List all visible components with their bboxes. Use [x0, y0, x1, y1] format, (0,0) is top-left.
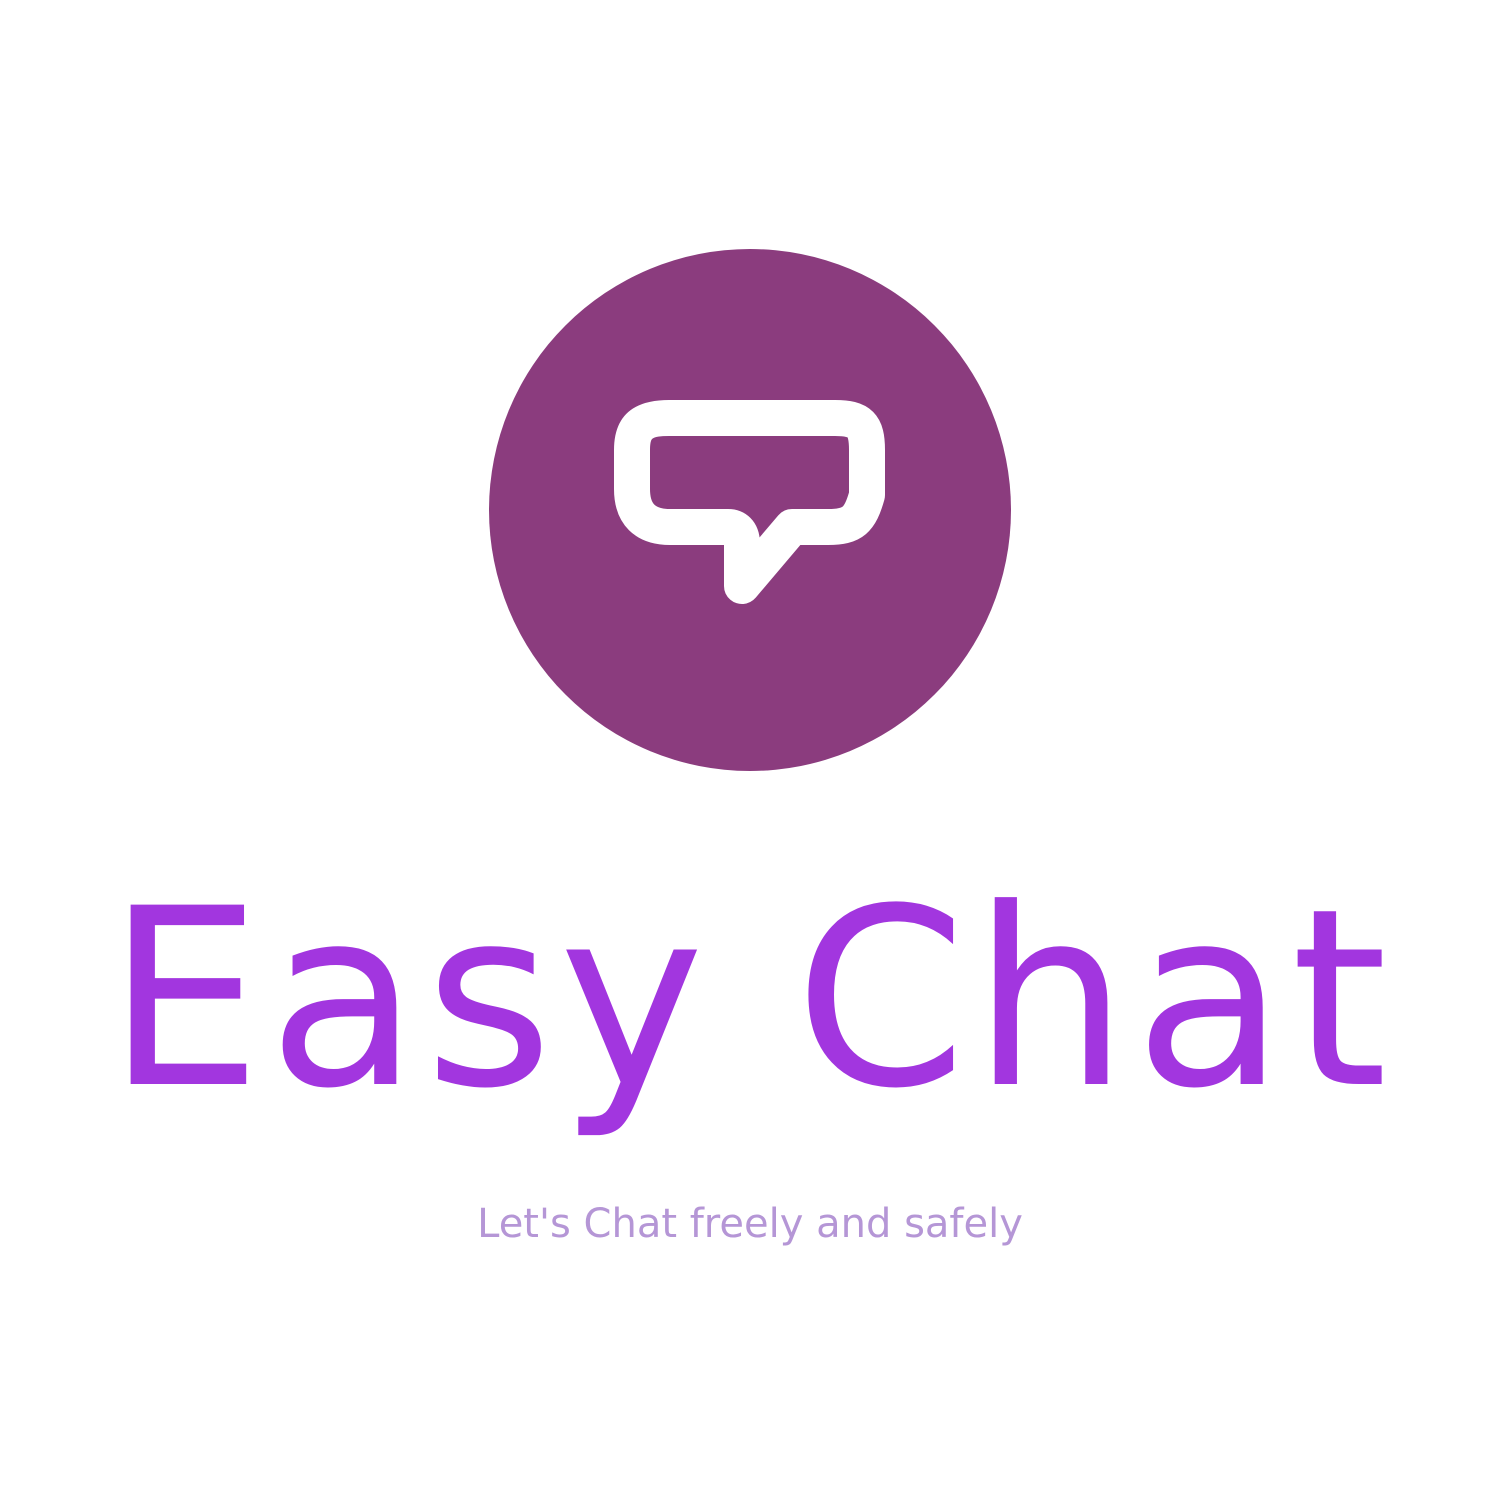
speech-bubble-icon	[614, 400, 885, 604]
brand-name: Easy Chat	[106, 857, 1394, 1143]
logo-badge	[489, 249, 1011, 771]
tagline: Let's Chat freely and safely	[477, 1201, 1023, 1247]
